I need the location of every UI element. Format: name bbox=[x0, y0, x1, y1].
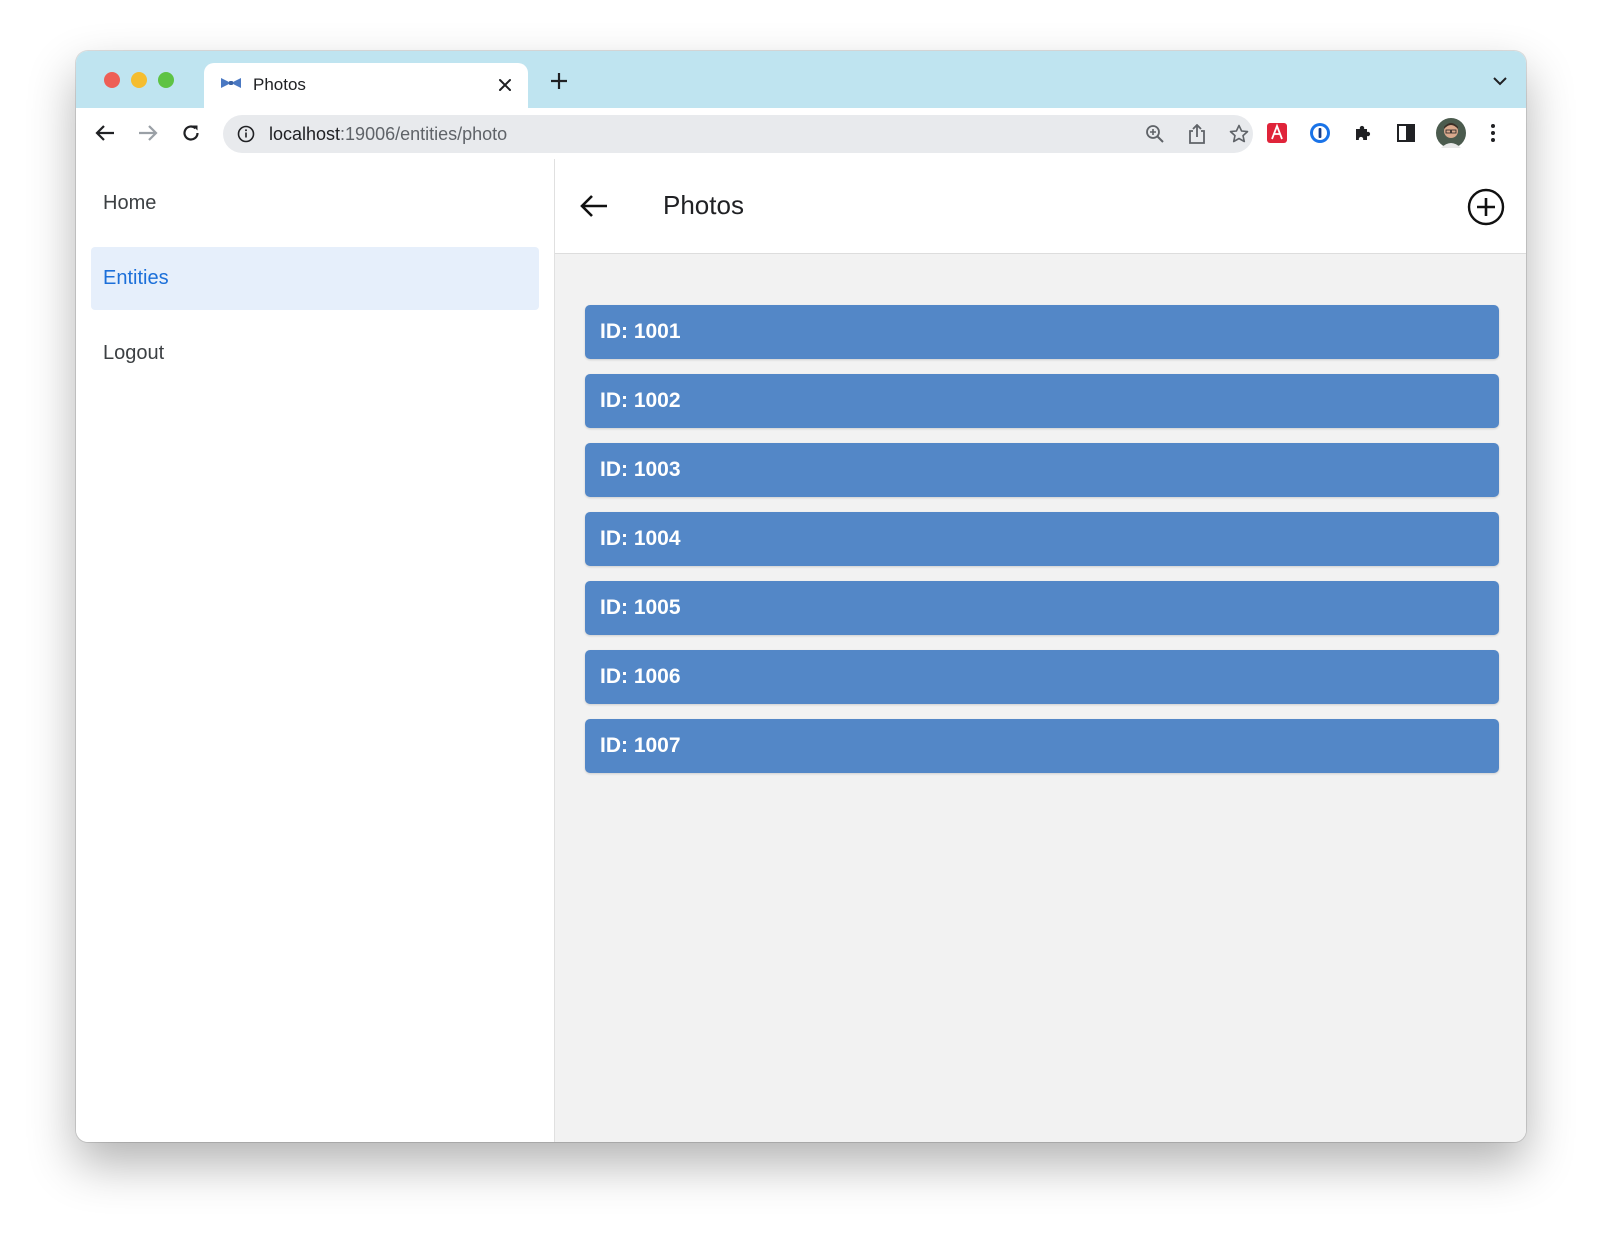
browser-toolbar: localhost:19006/entities/photo bbox=[76, 108, 1526, 160]
bowtie-icon bbox=[220, 76, 242, 95]
url-text: localhost:19006/entities/photo bbox=[269, 124, 507, 145]
app-header: Photos bbox=[555, 159, 1526, 254]
profile-avatar[interactable] bbox=[1435, 117, 1467, 149]
arrow-left-icon[interactable] bbox=[579, 191, 609, 221]
sidebar-item-home[interactable]: Home bbox=[91, 172, 539, 235]
info-icon[interactable] bbox=[237, 125, 255, 148]
side-panel-icon[interactable] bbox=[1393, 120, 1419, 146]
close-tab-icon[interactable] bbox=[494, 74, 516, 96]
photo-id-label: ID: 1007 bbox=[600, 734, 681, 757]
url-path: :19006/entities/photo bbox=[340, 124, 508, 144]
browser-tab[interactable]: Photos bbox=[204, 63, 528, 108]
sidebar-item-logout[interactable]: Logout bbox=[91, 322, 539, 385]
bookmark-star-icon[interactable] bbox=[1229, 124, 1249, 144]
photo-list: ID: 1001 ID: 1002 ID: 1003 ID: 1004 ID: … bbox=[585, 305, 1499, 788]
address-bar[interactable]: localhost:19006/entities/photo bbox=[223, 115, 1253, 153]
sidebar: Home Entities Logout bbox=[76, 159, 555, 1142]
url-host: localhost bbox=[269, 124, 341, 144]
back-arrow-icon[interactable] bbox=[92, 120, 118, 146]
sidebar-item-label: Entities bbox=[103, 267, 169, 289]
photo-id-label: ID: 1006 bbox=[600, 665, 681, 688]
browser-window: Photos localhost:19006/entities/photo Ho… bbox=[76, 51, 1526, 1142]
minimize-window-button[interactable] bbox=[131, 72, 147, 88]
tab-strip: Photos bbox=[76, 51, 1526, 108]
zoom-icon[interactable] bbox=[1145, 124, 1165, 144]
sidebar-item-entities[interactable]: Entities bbox=[91, 247, 539, 310]
new-tab-icon[interactable] bbox=[546, 68, 572, 94]
share-icon[interactable] bbox=[1187, 124, 1207, 144]
close-window-button[interactable] bbox=[104, 72, 120, 88]
tab-title: Photos bbox=[253, 75, 306, 94]
photo-id-label: ID: 1004 bbox=[600, 527, 681, 550]
list-item[interactable]: ID: 1007 bbox=[585, 719, 1499, 773]
zoom-window-button[interactable] bbox=[158, 72, 174, 88]
main-panel: Photos ID: 1001 ID: 1002 ID: 1003 ID: 10… bbox=[555, 159, 1526, 1142]
extensions-puzzle-icon[interactable] bbox=[1350, 120, 1376, 146]
photo-id-label: ID: 1005 bbox=[600, 596, 681, 619]
list-item[interactable]: ID: 1005 bbox=[585, 581, 1499, 635]
app-content: Home Entities Logout Photos ID: 1001 ID:… bbox=[76, 159, 1526, 1142]
list-item[interactable]: ID: 1006 bbox=[585, 650, 1499, 704]
extension-red-icon[interactable] bbox=[1264, 120, 1290, 146]
kebab-menu-icon[interactable] bbox=[1480, 120, 1506, 146]
sidebar-item-label: Home bbox=[103, 192, 157, 214]
chevron-down-icon[interactable] bbox=[1490, 71, 1510, 91]
list-item[interactable]: ID: 1004 bbox=[585, 512, 1499, 566]
list-item[interactable]: ID: 1003 bbox=[585, 443, 1499, 497]
sidebar-item-label: Logout bbox=[103, 342, 165, 364]
page-title: Photos bbox=[663, 190, 744, 220]
reload-icon[interactable] bbox=[178, 120, 204, 146]
password-manager-icon[interactable] bbox=[1307, 120, 1333, 146]
photo-id-label: ID: 1001 bbox=[600, 320, 681, 343]
photo-id-label: ID: 1002 bbox=[600, 389, 681, 412]
forward-arrow-icon[interactable] bbox=[135, 120, 161, 146]
photo-id-label: ID: 1003 bbox=[600, 458, 681, 481]
plus-circle-icon[interactable] bbox=[1466, 187, 1506, 227]
list-item[interactable]: ID: 1001 bbox=[585, 305, 1499, 359]
list-item[interactable]: ID: 1002 bbox=[585, 374, 1499, 428]
